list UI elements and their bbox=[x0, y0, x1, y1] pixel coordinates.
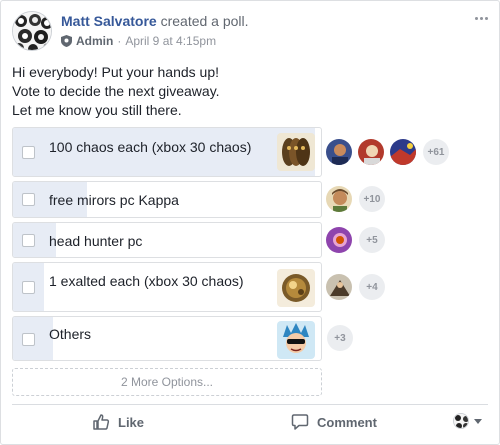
voter-avatar[interactable] bbox=[389, 138, 417, 166]
post-header: Matt Salvatore created a poll. Admin · A… bbox=[12, 11, 491, 53]
poll-option-checkbox[interactable] bbox=[22, 193, 35, 206]
poll-option-label: head hunter pc bbox=[49, 233, 143, 249]
option-image-cartoon-avatar bbox=[277, 321, 315, 359]
voter-avatar[interactable] bbox=[325, 226, 353, 254]
voter-avatar[interactable] bbox=[325, 138, 353, 166]
voter-avatar[interactable] bbox=[357, 138, 385, 166]
post-body: Hi everybody! Put your hands up! Vote to… bbox=[12, 63, 472, 120]
voter-avatars: +10 bbox=[325, 185, 385, 213]
option-image-chaos-orbs bbox=[277, 133, 315, 171]
author-avatar[interactable] bbox=[12, 11, 52, 51]
more-voters-count[interactable]: +3 bbox=[327, 325, 353, 351]
poll-option-box[interactable]: 1 exalted each (xbox 30 chaos) bbox=[12, 262, 322, 312]
like-button[interactable]: Like bbox=[92, 409, 144, 435]
comment-button[interactable]: Comment bbox=[291, 409, 377, 435]
poll-option-checkbox[interactable] bbox=[22, 234, 35, 247]
post-timestamp[interactable]: April 9 at 4:15pm bbox=[125, 34, 216, 48]
author-line: Matt Salvatore created a poll. bbox=[61, 13, 249, 29]
poll-option-checkbox[interactable] bbox=[22, 333, 35, 346]
poll-option-box[interactable]: free mirors pc Kappa bbox=[12, 181, 322, 218]
thumbs-up-icon bbox=[93, 414, 110, 430]
poll-option-checkbox[interactable] bbox=[22, 281, 35, 294]
poll-option-4: 1 exalted each (xbox 30 chaos) +4 bbox=[12, 262, 490, 312]
chevron-down-icon bbox=[474, 418, 482, 424]
post-action-bar: Like Comment bbox=[12, 404, 488, 438]
poll-option-checkbox[interactable] bbox=[22, 146, 35, 159]
author-name-link[interactable]: Matt Salvatore bbox=[61, 13, 157, 29]
voter-avatars: +61 bbox=[325, 138, 449, 166]
poll-option-box[interactable]: 100 chaos each (xbox 30 chaos) bbox=[12, 127, 322, 177]
poll-option-1: 100 chaos each (xbox 30 chaos) +61 bbox=[12, 127, 490, 177]
post-as-selector[interactable] bbox=[453, 413, 482, 429]
post-meta: Admin · April 9 at 4:15pm bbox=[61, 34, 216, 48]
page-avatar bbox=[453, 413, 469, 429]
comment-label: Comment bbox=[317, 414, 377, 430]
poll-post: Matt Salvatore created a poll. Admin · A… bbox=[0, 0, 500, 445]
voter-avatar[interactable] bbox=[325, 185, 353, 213]
poll-option-label: 100 chaos each (xbox 30 chaos) bbox=[49, 139, 252, 155]
voter-avatar[interactable] bbox=[325, 273, 353, 301]
option-image-exalted-orb bbox=[277, 269, 315, 307]
meta-separator: · bbox=[117, 34, 122, 48]
more-options-button[interactable]: 2 More Options... bbox=[12, 368, 322, 396]
more-dots-icon bbox=[474, 16, 478, 20]
admin-badge: Admin bbox=[76, 34, 114, 48]
poll-option-label: free mirors pc Kappa bbox=[49, 192, 179, 208]
post-body-line: Hi everybody! Put your hands up! bbox=[12, 64, 220, 80]
poll-option-label: Others bbox=[49, 326, 92, 342]
voter-avatars: +3 bbox=[325, 325, 353, 351]
comment-bubble-icon bbox=[291, 414, 309, 430]
poll-option-label: 1 exalted each (xbox 30 chaos) bbox=[49, 273, 244, 289]
poll-option-box[interactable]: head hunter pc bbox=[12, 222, 322, 258]
shield-icon bbox=[61, 35, 72, 47]
voter-avatars: +5 bbox=[325, 226, 385, 254]
more-voters-count[interactable]: +10 bbox=[359, 186, 385, 212]
post-body-line: Vote to decide the next giveaway. bbox=[12, 83, 220, 99]
post-body-line: Let me know you still there. bbox=[12, 102, 182, 118]
post-action-text: created a poll. bbox=[160, 13, 249, 29]
like-label: Like bbox=[118, 414, 145, 430]
poll-option-5: Others +3 bbox=[12, 316, 490, 361]
poll-option-2: free mirors pc Kappa +10 bbox=[12, 181, 490, 218]
voter-avatars: +4 bbox=[325, 273, 385, 301]
more-voters-count[interactable]: +61 bbox=[423, 139, 449, 165]
post-options-button[interactable] bbox=[471, 11, 491, 25]
more-voters-count[interactable]: +4 bbox=[359, 274, 385, 300]
poll-option-box[interactable]: Others bbox=[12, 316, 322, 361]
more-voters-count[interactable]: +5 bbox=[359, 227, 385, 253]
poll-option-3: head hunter pc +5 bbox=[12, 222, 490, 258]
